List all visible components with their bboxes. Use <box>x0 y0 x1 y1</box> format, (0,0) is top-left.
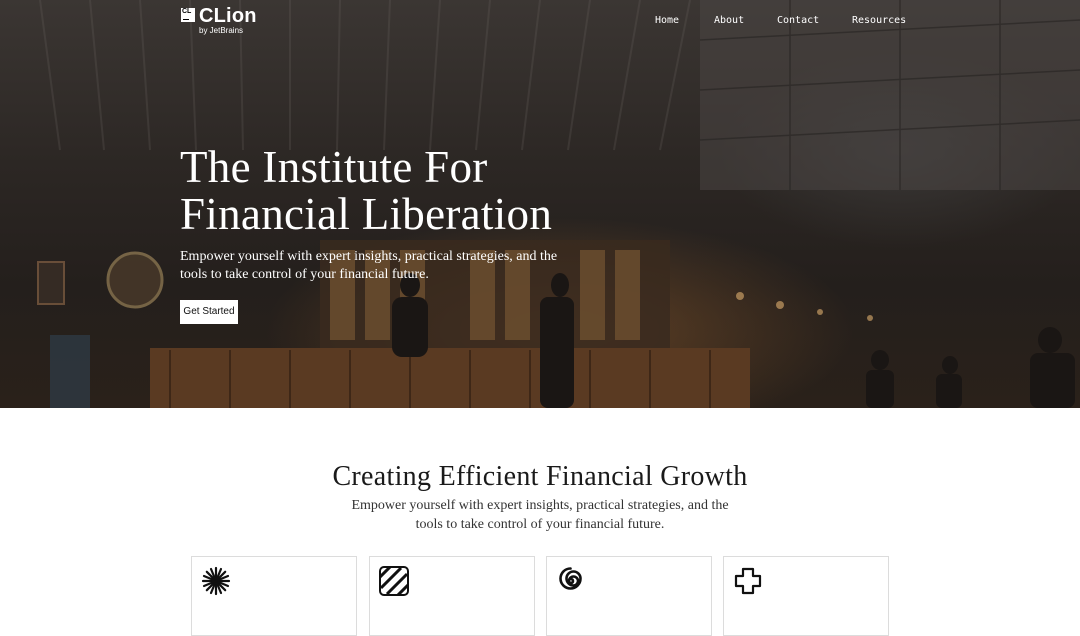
clion-badge-icon: CL <box>181 8 195 22</box>
cross-outline-icon <box>734 567 762 595</box>
starburst-icon <box>201 566 231 596</box>
feature-card[interactable] <box>191 556 357 636</box>
nav-about-link[interactable]: About <box>714 14 744 28</box>
get-started-button[interactable]: Get Started <box>180 300 238 324</box>
hero-title: The Institute For Financial Liberation <box>180 142 553 239</box>
nav-resources-link[interactable]: Resources <box>852 14 906 28</box>
nav-home-link[interactable]: Home <box>655 14 679 28</box>
spiral-icon <box>559 567 582 590</box>
nav-contact-link[interactable]: Contact <box>777 14 819 28</box>
feature-card[interactable] <box>723 556 889 636</box>
feature-card[interactable] <box>546 556 712 636</box>
brand-logo[interactable]: CL CLion by JetBrains <box>180 5 260 39</box>
striped-square-icon <box>379 566 409 596</box>
section-title: Creating Efficient Financial Growth <box>332 461 748 492</box>
brand-name: CLion <box>199 5 257 27</box>
feature-card[interactable] <box>369 556 535 636</box>
brand-byline: by JetBrains <box>199 26 244 35</box>
hero-section: CL CLion by JetBrains Home About Contact… <box>0 0 1080 408</box>
hero-subtitle: Empower yourself with expert insights, p… <box>180 249 558 282</box>
section-subtitle: Empower yourself with expert insights, p… <box>351 498 729 532</box>
